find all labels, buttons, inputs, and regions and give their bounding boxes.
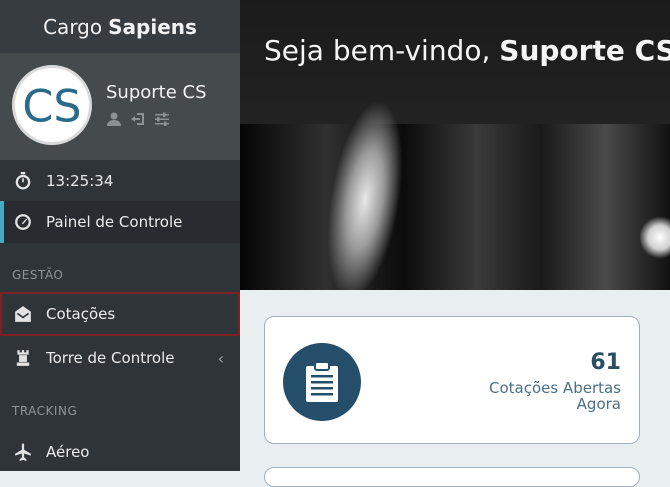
stat-card-cotacoes[interactable]: 61 Cotações Abertas Agora: [264, 316, 640, 444]
avatar-logo-icon: CS: [22, 82, 81, 133]
sidebar-item-aereo[interactable]: Aéreo: [0, 431, 240, 473]
sidebar-item-label: Torre de Controle: [46, 349, 175, 367]
clipboard-icon: [283, 343, 361, 421]
sidebar-item-label: Painel de Controle: [46, 213, 183, 231]
settings-sliders-icon[interactable]: [154, 111, 170, 127]
sidebar-item-painel-de-controle[interactable]: Painel de Controle: [0, 201, 240, 243]
welcome-title: Seja bem-vindo, Suporte CS: [264, 34, 670, 67]
hero-backdrop-photo: [240, 124, 670, 290]
dashboard-gauge-icon: [15, 214, 31, 230]
sidebar-item-label: Cotações: [46, 305, 116, 323]
clock-time: 13:25:34: [46, 171, 114, 190]
open-envelope-icon: [15, 306, 31, 322]
brand-name-light: Cargo: [43, 14, 103, 39]
main-content: Seja bem-vindo, Suporte CS 61 Cotações A…: [240, 0, 670, 487]
stat-card-partial[interactable]: [264, 467, 640, 487]
logout-icon[interactable]: [130, 111, 146, 127]
sidebar-item-label: Aéreo: [46, 443, 90, 461]
welcome-text: Seja bem-vindo,: [264, 34, 491, 67]
sidebar-item-cotacoes[interactable]: Cotações: [0, 292, 240, 336]
user-icon[interactable]: [106, 111, 122, 127]
section-heading-gestao: GESTÃO: [12, 268, 64, 282]
tower-rook-icon: [16, 350, 30, 366]
profile-actions: [106, 111, 170, 127]
user-profile: CS Suporte CS: [0, 53, 240, 160]
brand-logo[interactable]: Cargo Sapiens: [0, 0, 240, 53]
user-name: Suporte CS: [106, 82, 207, 103]
avatar[interactable]: CS: [12, 65, 92, 145]
session-clock: 13:25:34: [0, 160, 240, 201]
open-quotes-count: 61: [590, 350, 621, 375]
hero-banner: Seja bem-vindo, Suporte CS: [240, 0, 670, 290]
brand-name-bold: Sapiens: [108, 14, 197, 39]
open-quotes-label: Cotações Abertas Agora: [488, 379, 621, 413]
avatar-initials: CS: [22, 82, 81, 133]
section-heading-tracking: TRACKING: [12, 404, 78, 418]
airplane-icon: [15, 443, 31, 461]
welcome-user: Suporte CS: [499, 34, 670, 67]
stopwatch-icon: [15, 171, 31, 189]
chevron-left-icon[interactable]: ‹: [218, 349, 224, 368]
sidebar-item-torre-de-controle[interactable]: Torre de Controle ‹: [0, 337, 240, 379]
sidebar: Cargo Sapiens CS Suporte CS 13:25:34 Pai…: [0, 0, 240, 471]
